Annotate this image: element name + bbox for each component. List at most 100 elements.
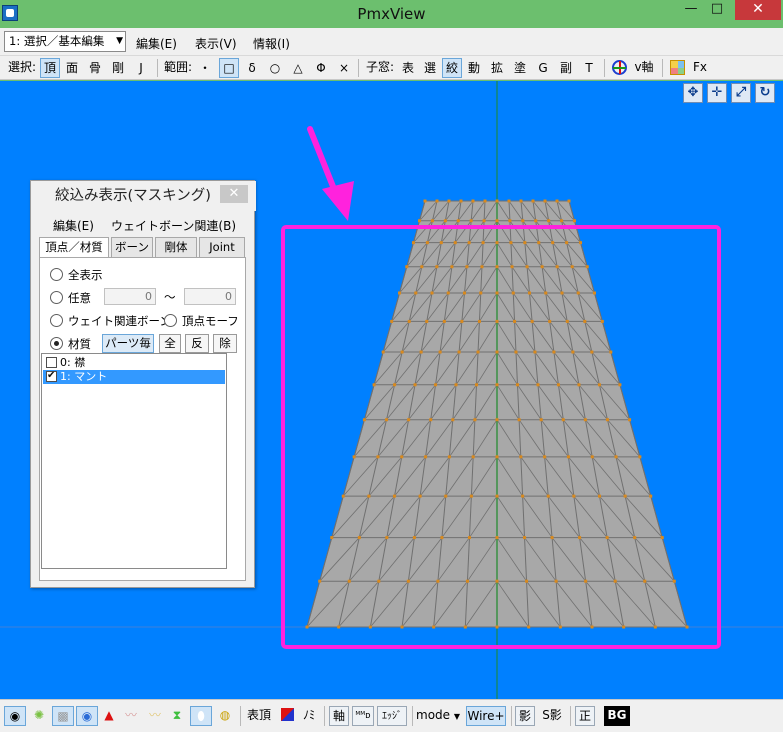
orthographic-button[interactable]: 正 [575,706,595,726]
spark-icon[interactable]: ✺ [29,706,49,726]
background-button[interactable]: BG [604,706,630,726]
spring-icon[interactable]: ⧗ [168,706,186,726]
axis-button[interactable]: 軸 [329,706,349,726]
mesh-vertex [592,291,596,295]
axis-toggle-button[interactable] [609,58,629,78]
select-all-button[interactable]: 全 [159,334,181,353]
subwindow-paint-button[interactable]: 塗 [511,58,529,78]
shadow-button[interactable]: 影 [515,706,535,726]
mesh-vertex [411,241,415,245]
self-shadow-button[interactable]: S影 [539,706,565,726]
subwindow-g-button[interactable]: G [534,58,552,78]
invert-button[interactable]: 反 [185,334,209,353]
capsule-icon[interactable]: ⬮ [190,706,212,726]
tab-vertex-material[interactable]: 頂点／材質 [39,237,109,258]
range-circle-button[interactable]: ○ [266,58,284,78]
mesh-vertex [463,291,467,295]
per-part-button[interactable]: パーツ毎 [102,334,154,353]
show-all-radio[interactable] [50,268,63,281]
dialog-menu-weight-bone[interactable]: ウェイトボーン関連(B) [111,217,236,234]
mesh-vertex [390,319,394,323]
select-bone-button[interactable]: 骨 [85,58,105,78]
material-list-item[interactable]: 0: 襟 [43,356,225,370]
dialog-close-button[interactable]: ✕ [220,185,248,203]
mode-dropdown[interactable]: mode ▼ [416,706,464,726]
mesh-vertex [556,383,560,387]
tab-bone[interactable]: ボーン [111,237,153,257]
dialog-menu-edit[interactable]: 編集(E) [53,217,94,234]
any-from-input[interactable]: 0 [104,288,156,305]
mesh-vertex [473,418,477,422]
mesh-vertex [352,455,356,459]
only-label[interactable]: ﾉﾐ [300,706,318,726]
select-face-button[interactable]: 面 [62,58,82,78]
triangle-icon[interactable]: ▲ [101,706,117,726]
select-joint-button[interactable]: J [131,58,151,78]
mesh-vertex [539,418,543,422]
chevron-down-icon: ▼ [116,36,123,46]
joint-icon[interactable]: ◍ [214,706,236,726]
pan-tool-icon[interactable]: ✥ [683,83,703,103]
mesh-vertex [527,625,531,629]
range-triangle-button[interactable]: △ [289,58,307,78]
range-point-button[interactable]: ・ [196,58,214,78]
subwindow-move-button[interactable]: 動 [465,58,483,78]
mesh-vertex [546,494,550,498]
zoom-tool-icon[interactable]: ⤢ [731,83,751,103]
fx-button[interactable]: Fx [690,58,710,78]
menu-info[interactable]: 情報(I) [253,35,290,52]
sphere-icon[interactable]: ◉ [76,706,98,726]
select-rigidbody-button[interactable]: 剛 [108,58,128,78]
vertex-display-label[interactable]: 表頂 [245,706,273,726]
rotate-tool-icon[interactable]: ↻ [755,83,775,103]
any-radio[interactable] [50,291,63,304]
mesh-vertex [560,219,564,223]
move-tool-icon[interactable]: ✛ [707,83,727,103]
subwindow-mask-button[interactable]: 絞 [442,58,462,78]
edge-button[interactable]: ｴｯｼﾞ [377,706,407,726]
mesh-vertex [495,265,499,269]
subwindow-scale-button[interactable]: 拡 [488,58,506,78]
vertex-morph-label: 頂点モーフ [182,314,239,328]
vertex-point-icon[interactable]: ◉ [4,706,26,726]
mesh-vertex [330,536,334,540]
select-vertex-button[interactable]: 頂 [40,58,60,78]
wire-plus-button[interactable]: Wire+ [466,706,506,726]
subwindow-table-button[interactable]: 表 [399,58,417,78]
maximize-button[interactable]: □ [706,0,728,20]
subwindow-sub-button[interactable]: 副 [557,58,575,78]
weight-bone-radio[interactable] [50,314,63,327]
any-to-input[interactable]: 0 [184,288,236,305]
range-rect-button[interactable]: □ [219,58,239,78]
tab-joint[interactable]: Joint [199,237,245,257]
v-axis-label[interactable]: v軸 [631,58,657,78]
mesh-vertex [495,418,499,422]
material-checkbox[interactable] [46,357,57,368]
tab-rigidbody[interactable]: 剛体 [155,237,197,257]
minimize-button[interactable]: — [680,0,702,20]
range-clear-button[interactable]: × [335,58,353,78]
subwindow-t-button[interactable]: T [580,58,598,78]
mesh-vertex [543,455,547,459]
subwindow-select-button[interactable]: 選 [421,58,439,78]
grid-view-button[interactable] [667,58,687,78]
mesh-vertex [405,265,409,269]
wave-icon[interactable]: 〰 [121,706,141,726]
mmd-button[interactable]: ᴹᴹᴅ [352,706,374,726]
main-toolbar: 選択: 頂 面 骨 剛 J 範囲: ・ □ δ ○ △ Φ × 子窓: 表 選 … [0,56,783,80]
menu-edit[interactable]: 編集(E) [136,35,177,52]
texture-icon[interactable]: ▩ [52,706,74,726]
close-button[interactable]: ✕ [735,0,781,20]
remove-button[interactable]: 除 [213,334,237,353]
edit-mode-select[interactable]: 1: 選択／基本編集 ▼ [4,31,126,52]
vertex-morph-radio[interactable] [164,314,177,327]
range-delta-button[interactable]: δ [243,58,261,78]
material-checkbox[interactable] [46,369,57,383]
material-list-item[interactable]: 1: マント [43,369,225,384]
material-list[interactable]: 0: 襟 1: マント [41,353,227,569]
range-phi-button[interactable]: Φ [312,58,330,78]
menu-view[interactable]: 表示(V) [195,35,237,52]
material-radio[interactable] [50,337,63,350]
wave2-icon[interactable]: 〰 [145,706,165,726]
color-swatch-icon[interactable] [278,706,296,726]
